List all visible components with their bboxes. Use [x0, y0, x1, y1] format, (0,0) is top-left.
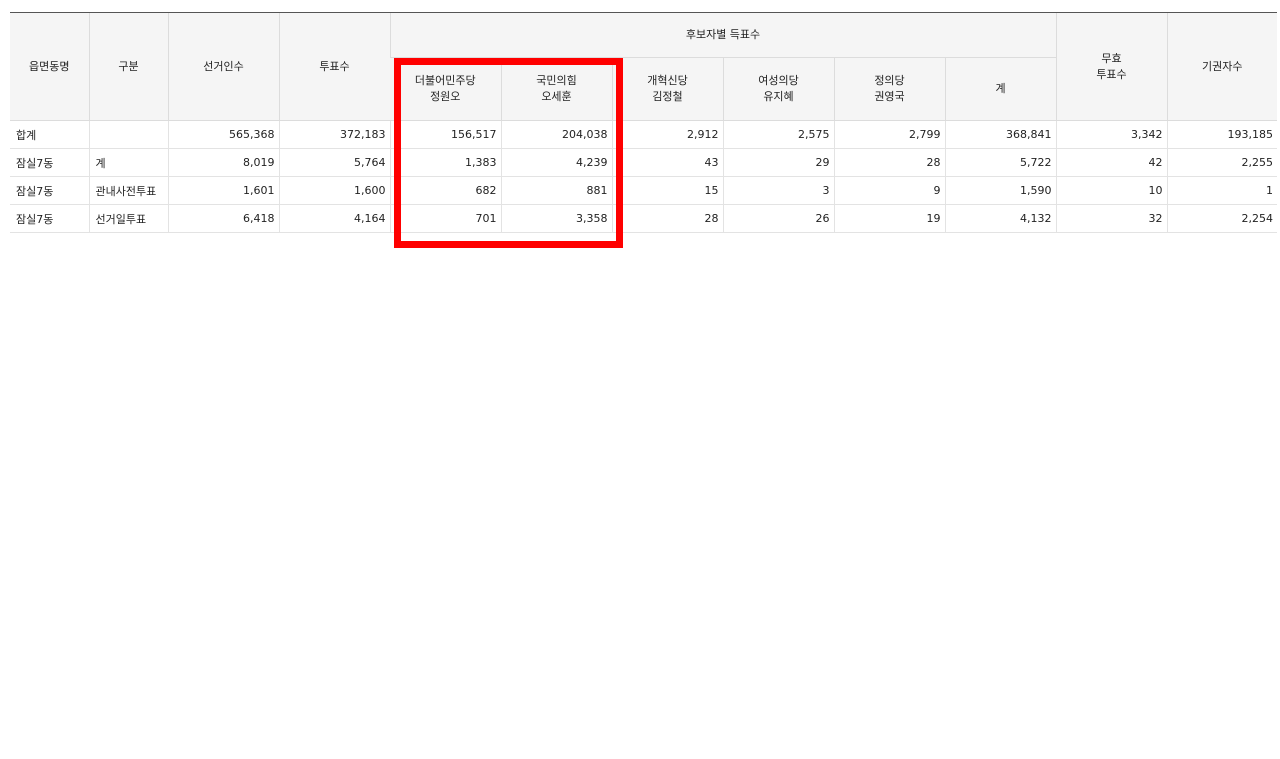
- cell-abstain: 1: [1166, 176, 1277, 205]
- header-district: 읍면동명: [10, 12, 89, 121]
- cell-candidate-5: 2,799: [833, 120, 945, 149]
- header-abstain: 기권자수: [1166, 12, 1277, 121]
- candidate-party: 개혁신당: [647, 74, 688, 87]
- cell-category: 계: [88, 148, 168, 177]
- cell-candidate-5: 19: [833, 204, 945, 233]
- cell-candidate-3: 43: [611, 148, 723, 177]
- cell-category: [88, 120, 168, 149]
- cell-category: 관내사전투표: [88, 176, 168, 205]
- header-candidate-sum: 계: [944, 57, 1056, 121]
- candidate-party: 더불어민주당: [414, 74, 476, 87]
- header-invalid: 무효 투표수: [1055, 12, 1167, 121]
- header-candidate-2: 국민의힘 오세훈: [500, 57, 612, 121]
- cell-electors: 565,368: [167, 120, 279, 149]
- cell-candidate-3: 15: [611, 176, 723, 205]
- cell-sum: 1,590: [944, 176, 1056, 205]
- cell-candidate-1: 682: [389, 176, 501, 205]
- cell-candidate-2: 4,239: [500, 148, 612, 177]
- cell-abstain: 2,254: [1166, 204, 1277, 233]
- election-results-table: 읍면동명 구분 선거인수 투표수 후보자별 득표수 무효 투표수 기권자수 더불…: [10, 12, 1277, 233]
- cell-candidate-3: 28: [611, 204, 723, 233]
- header-candidate-3: 개혁신당 김정철: [611, 57, 723, 121]
- candidate-name: 김정철: [652, 90, 683, 103]
- cell-invalid: 10: [1055, 176, 1167, 205]
- candidate-party: 여성의당: [758, 74, 799, 87]
- header-candidate-votes-group: 후보자별 득표수: [389, 12, 1056, 58]
- cell-category: 선거일투표: [88, 204, 168, 233]
- cell-candidate-4: 29: [722, 148, 834, 177]
- cell-invalid: 32: [1055, 204, 1167, 233]
- cell-district: 잠실7동: [10, 148, 89, 177]
- table-row: 잠실7동 계 8,019 5,764 1,383 4,239 43 29 28 …: [10, 148, 1277, 177]
- cell-candidate-3: 2,912: [611, 120, 723, 149]
- candidate-name: 권영국: [874, 90, 905, 103]
- cell-candidate-1: 1,383: [389, 148, 501, 177]
- cell-abstain: 2,255: [1166, 148, 1277, 177]
- cell-candidate-2: 204,038: [500, 120, 612, 149]
- cell-candidate-5: 9: [833, 176, 945, 205]
- cell-sum: 368,841: [944, 120, 1056, 149]
- cell-district: 잠실7동: [10, 176, 89, 205]
- candidate-party: 국민의힘: [536, 74, 577, 87]
- cell-voters: 4,164: [278, 204, 390, 233]
- cell-candidate-4: 2,575: [722, 120, 834, 149]
- cell-candidate-1: 156,517: [389, 120, 501, 149]
- cell-candidate-4: 26: [722, 204, 834, 233]
- cell-sum: 4,132: [944, 204, 1056, 233]
- candidate-name: 유지혜: [763, 90, 794, 103]
- header-category: 구분: [88, 12, 168, 121]
- results-table-container: 읍면동명 구분 선거인수 투표수 후보자별 득표수 무효 투표수 기권자수 더불…: [10, 12, 1277, 233]
- header-electors: 선거인수: [167, 12, 279, 121]
- cell-district: 잠실7동: [10, 204, 89, 233]
- header-candidate-1: 더불어민주당 정원오: [390, 57, 501, 121]
- candidate-name: 오세훈: [541, 90, 572, 103]
- cell-electors: 1,601: [167, 176, 279, 205]
- candidate-name: 정원오: [430, 90, 461, 103]
- table-row: 잠실7동 관내사전투표 1,601 1,600 682 881 15 3 9 1…: [10, 176, 1277, 205]
- cell-voters: 1,600: [278, 176, 390, 205]
- cell-district: 합계: [10, 120, 89, 149]
- cell-electors: 8,019: [167, 148, 279, 177]
- header-voters: 투표수: [278, 12, 390, 121]
- cell-candidate-2: 881: [500, 176, 612, 205]
- cell-abstain: 193,185: [1166, 120, 1277, 149]
- cell-voters: 372,183: [278, 120, 390, 149]
- cell-invalid: 42: [1055, 148, 1167, 177]
- cell-candidate-5: 28: [833, 148, 945, 177]
- candidate-party: 정의당: [874, 74, 905, 87]
- cell-electors: 6,418: [167, 204, 279, 233]
- cell-voters: 5,764: [278, 148, 390, 177]
- header-candidate-5: 정의당 권영국: [833, 57, 945, 121]
- header-candidate-4: 여성의당 유지혜: [722, 57, 834, 121]
- cell-candidate-4: 3: [722, 176, 834, 205]
- table-row: 잠실7동 선거일투표 6,418 4,164 701 3,358 28 26 1…: [10, 204, 1277, 233]
- cell-invalid: 3,342: [1055, 120, 1167, 149]
- table-row: 합계 565,368 372,183 156,517 204,038 2,912…: [10, 120, 1277, 149]
- cell-candidate-2: 3,358: [500, 204, 612, 233]
- cell-candidate-1: 701: [389, 204, 501, 233]
- cell-sum: 5,722: [944, 148, 1056, 177]
